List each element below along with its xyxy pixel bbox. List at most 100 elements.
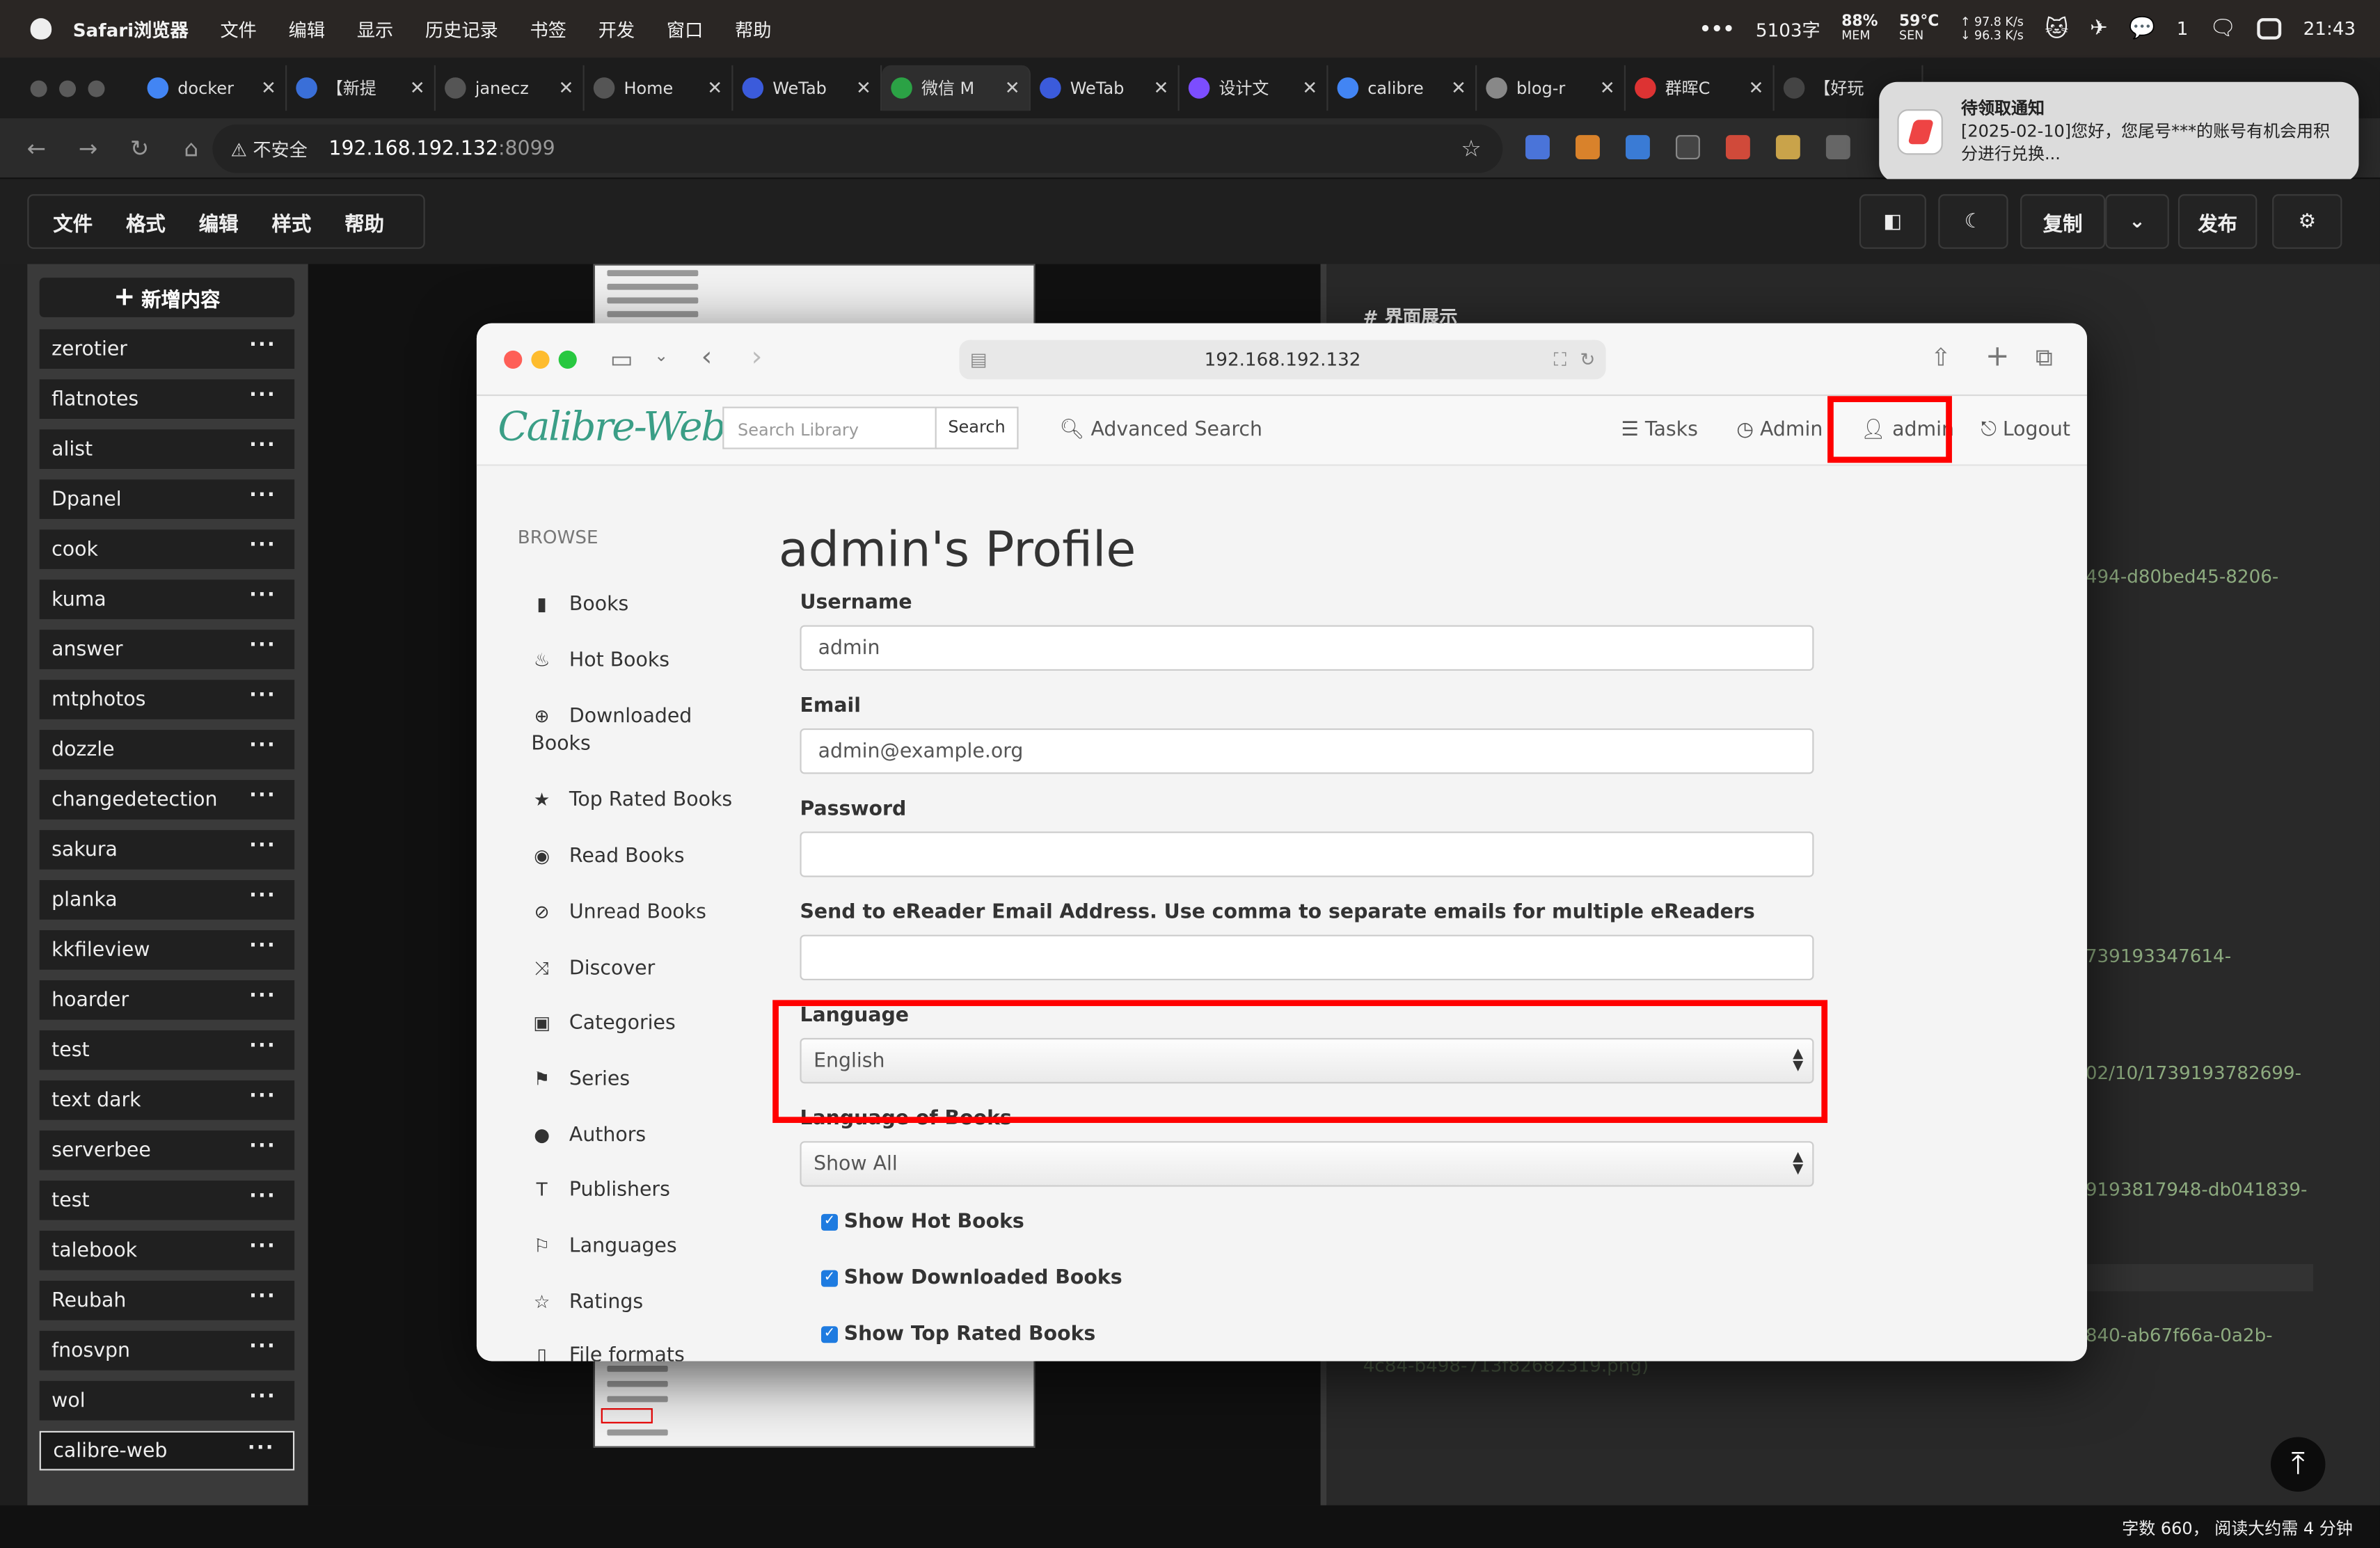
browser-tab[interactable]: Home ✕ [585,65,733,111]
email-input[interactable]: admin@example.org [800,728,1814,774]
browse-link[interactable]: ⊕ Downloaded Books [531,703,713,759]
x-extension-icon[interactable] [1825,135,1850,160]
more-options-icon[interactable]: ··· [249,484,276,507]
inner-minimize-button[interactable] [531,350,550,369]
editor-menu-edit[interactable]: 编辑 [199,207,239,236]
more-options-icon[interactable]: ··· [249,584,276,607]
browse-link[interactable]: ⚐ Languages [531,1232,677,1261]
translate-icon[interactable]: ⛶ [1554,340,1566,380]
sidebar-item[interactable]: talebook ··· [39,1230,295,1270]
menu-history[interactable]: 历史记录 [425,16,498,42]
browse-link[interactable]: ★ Top Rated Books [531,786,732,815]
show-hot-books-checkbox[interactable]: ✓ Show Hot Books [820,1211,1024,1234]
ereader-email-input[interactable] [800,934,1814,981]
page-menu-icon[interactable]: ▤ [970,340,987,380]
browser-tab[interactable]: 微信 M ✕ [882,65,1031,111]
tab-close-icon[interactable]: ✕ [1302,77,1317,99]
browse-link[interactable]: ⚑ Series [531,1065,630,1094]
admin-link[interactable]: ◷ Admin [1736,419,1823,442]
browse-link[interactable]: ● Authors [531,1122,646,1150]
tab-close-icon[interactable]: ✕ [707,77,722,99]
system-notification[interactable]: 待领取通知 [2025-02-10]您好，您尾号***的账号有机会用积分进行兑换… [1879,81,2359,182]
s-extension-icon[interactable] [1625,135,1650,160]
more-icon[interactable]: ••• [1699,18,1734,40]
control-center-icon[interactable] [2258,18,2283,40]
sidebar-chevron-icon[interactable]: ⌄ [654,346,668,365]
sidebar-item[interactable]: test ··· [39,1180,295,1220]
wechat-icon[interactable]: 💬 [2129,17,2155,41]
more-options-icon[interactable]: ··· [249,1135,276,1158]
inner-zoom-button[interactable] [558,350,577,369]
inner-back-icon[interactable]: ‹ [701,342,713,374]
browser-tab[interactable]: blog-r ✕ [1477,65,1626,111]
tab-close-icon[interactable]: ✕ [856,77,871,99]
clock[interactable]: 21:43 [2303,18,2356,40]
browse-link[interactable]: T Publishers [531,1176,670,1204]
browse-link[interactable]: ▣ Categories [531,1009,675,1037]
zoom-window-button[interactable] [88,79,105,97]
password-input[interactable] [800,831,1814,877]
more-options-icon[interactable]: ··· [249,1085,276,1108]
browser-tab[interactable]: calibre ✕ [1328,65,1477,111]
back-icon[interactable]: ← [22,134,52,161]
more-options-icon[interactable]: ··· [249,1235,276,1258]
sidebar-item[interactable]: mtphotos ··· [39,680,295,719]
menu-help[interactable]: 帮助 [735,16,771,42]
sidebar-item[interactable]: calibre-web ··· [39,1430,295,1471]
menu-bookmarks[interactable]: 书签 [530,16,566,42]
folder-extension-icon[interactable] [1775,135,1800,160]
word-count[interactable]: 5103字 [1756,16,1820,42]
browser-tab[interactable]: janecz ✕ [436,65,585,111]
bird-icon[interactable]: ✈ [2090,17,2108,41]
more-options-icon[interactable]: ··· [249,635,276,657]
browse-link[interactable]: ⤨ Discover [531,955,655,983]
cat-icon[interactable]: 🐱 [2045,15,2068,42]
menu-develop[interactable]: 开发 [598,16,635,42]
sidebar-item[interactable]: flatnotes ··· [39,379,295,419]
search-button[interactable]: Search [935,406,1019,449]
sidebar-item[interactable]: test ··· [39,1030,295,1070]
sidebar-item[interactable]: planka ··· [39,880,295,920]
sidebar-item[interactable]: fnosvpn ··· [39,1330,295,1371]
sidebar-item[interactable]: alist ··· [39,429,295,469]
more-options-icon[interactable]: ··· [249,334,276,357]
more-options-icon[interactable]: ··· [249,1285,276,1308]
tasks-link[interactable]: ☰ Tasks [1621,419,1697,442]
more-options-icon[interactable]: ··· [249,885,276,908]
settings-button[interactable]: ⚙ [2272,194,2342,249]
calibre-web-logo[interactable]: Calibre-Web [498,405,726,450]
tab-close-icon[interactable]: ✕ [559,77,574,99]
browse-link[interactable]: ▯ File formats [531,1341,684,1361]
toggle-panel-button[interactable]: ◧ [1859,194,1926,249]
apple-logo-icon[interactable] [30,18,52,40]
sidebar-item[interactable]: Dpanel ··· [39,479,295,519]
more-options-icon[interactable]: ··· [249,1385,276,1408]
tab-close-icon[interactable]: ✕ [1600,77,1615,99]
browse-link[interactable]: ▮ Books [531,590,628,619]
sidebar-item[interactable]: dozzle ··· [39,730,295,769]
tab-close-icon[interactable]: ✕ [1005,77,1020,99]
copy-dropdown-button[interactable]: ⌄ [2105,194,2169,249]
browser-tab[interactable]: docker ✕ [138,65,287,111]
inner-url-field[interactable]: ▤ 192.168.192.132 ⛶ ↻ [959,340,1606,380]
publish-button[interactable]: 发布 [2177,194,2258,249]
more-options-icon[interactable]: ··· [249,685,276,708]
chat-bubble-icon[interactable]: 🗨 [2210,17,2237,41]
advanced-search-link[interactable]: 🔍︎ Advanced Search [1059,419,1262,442]
more-options-icon[interactable]: ··· [249,735,276,758]
copy-button[interactable]: 复制 [2020,194,2106,249]
search-library-input[interactable]: Search Library [722,406,938,449]
inner-forward-icon[interactable]: › [752,342,763,374]
sidebar-item[interactable]: serverbee ··· [39,1130,295,1170]
close-window-button[interactable] [30,79,47,97]
scroll-to-top-button[interactable]: ⤒ [2270,1437,2326,1492]
sidebar-item[interactable]: wol ··· [39,1380,295,1421]
menu-file[interactable]: 文件 [220,16,256,42]
temp-indicator[interactable]: 59°C SEN [1899,15,1939,42]
browse-link[interactable]: ♨ Hot Books [531,646,669,675]
sidebar-item[interactable]: kuma ··· [39,580,295,619]
more-options-icon[interactable]: ··· [249,935,276,958]
more-options-icon[interactable]: ··· [249,835,276,858]
browser-tab[interactable]: 群晖C ✕ [1626,65,1775,111]
browser-tab[interactable]: WeTab ✕ [1031,65,1180,111]
